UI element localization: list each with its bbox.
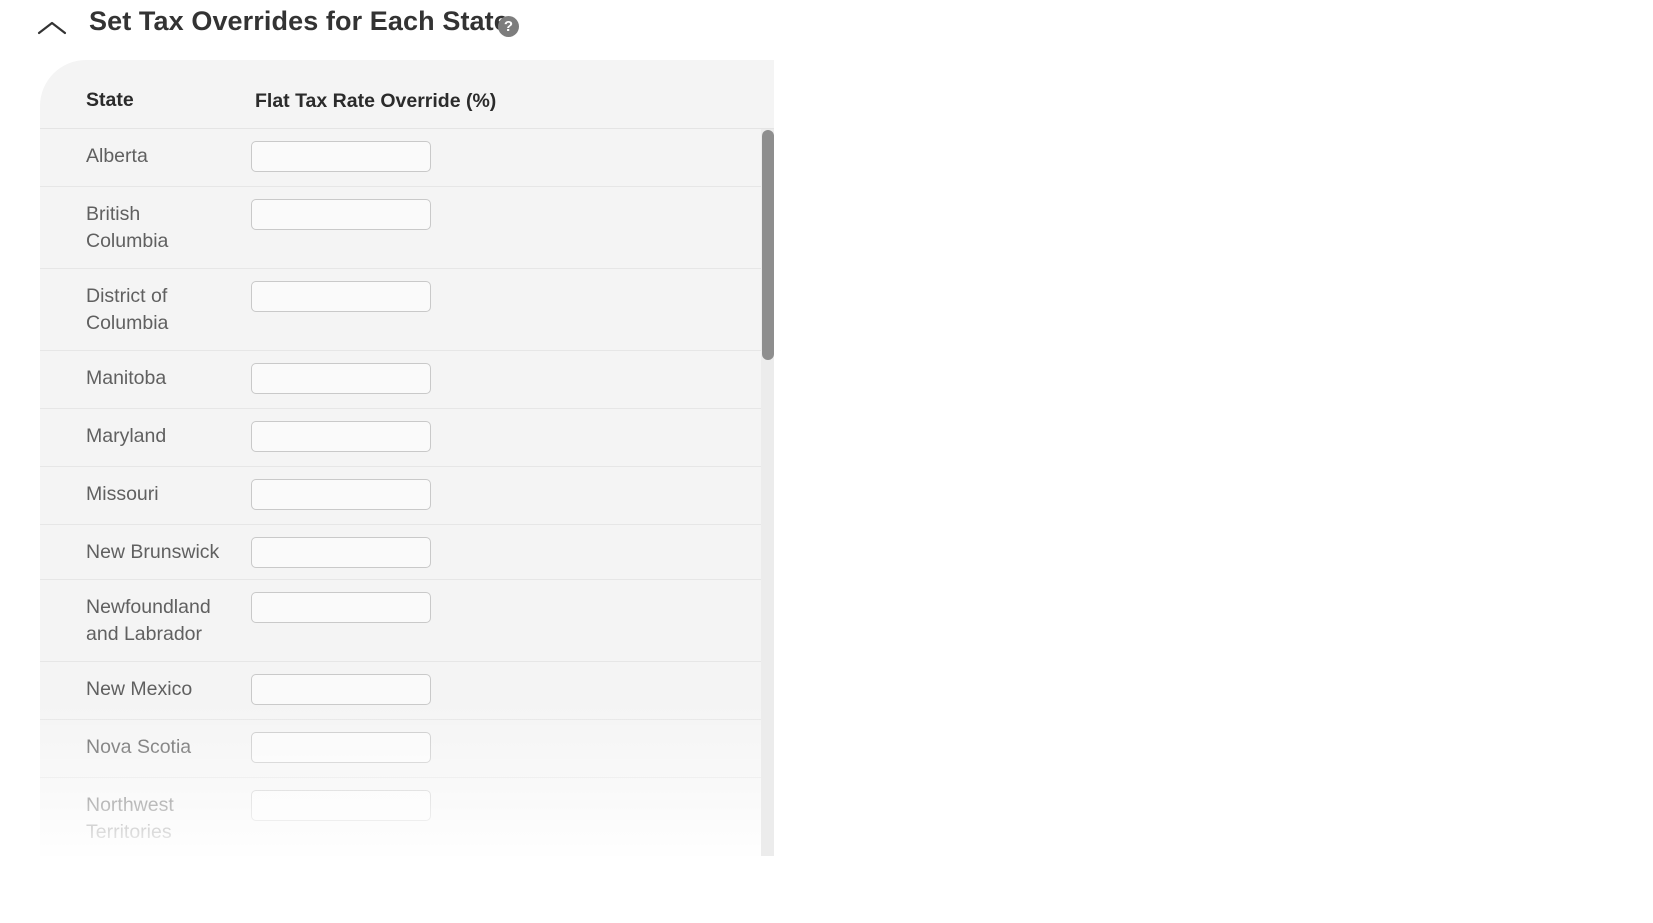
state-name: British Columbia xyxy=(86,203,169,252)
state-name: Nova Scotia xyxy=(86,736,192,758)
table-row: Missouri xyxy=(40,467,761,525)
rate-override-input[interactable] xyxy=(251,479,431,510)
state-name: Northwest Territories xyxy=(86,794,174,843)
state-name: District of Columbia xyxy=(86,285,169,334)
table-row: Maryland xyxy=(40,409,761,467)
rate-override-input[interactable] xyxy=(251,141,431,172)
table-row: District of Columbia xyxy=(40,269,761,351)
section-title: Set Tax Overrides for Each State xyxy=(89,6,509,36)
table-row: Newfoundland and Labrador xyxy=(40,580,761,662)
rate-override-input[interactable] xyxy=(251,592,431,623)
table-row: Northwest Territories xyxy=(40,778,761,856)
state-name: New Brunswick xyxy=(86,541,220,563)
rate-override-input[interactable] xyxy=(251,281,431,312)
scrollbar-thumb[interactable] xyxy=(762,130,774,360)
column-header-state: State xyxy=(86,89,134,111)
table-row: Alberta xyxy=(40,129,761,187)
rate-override-input[interactable] xyxy=(251,363,431,394)
tax-override-table: State Flat Tax Rate Override (%) Alberta… xyxy=(40,60,774,856)
state-name: New Mexico xyxy=(86,678,193,700)
rate-override-input[interactable] xyxy=(251,674,431,705)
rate-override-input[interactable] xyxy=(251,732,431,763)
table-header-row: State Flat Tax Rate Override (%) xyxy=(40,60,774,129)
table-row: British Columbia xyxy=(40,187,761,269)
table-row: New Brunswick xyxy=(40,525,761,580)
rate-override-input[interactable] xyxy=(251,790,431,821)
help-icon[interactable]: ? xyxy=(498,16,519,37)
state-name: Maryland xyxy=(86,425,167,447)
state-name: Missouri xyxy=(86,483,159,505)
state-name: Manitoba xyxy=(86,367,167,389)
section-header: Set Tax Overrides for Each State ? xyxy=(0,0,820,52)
column-header-rate: Flat Tax Rate Override (%) xyxy=(255,90,497,112)
state-name: Alberta xyxy=(86,145,148,167)
table-row: Nova Scotia xyxy=(40,720,761,778)
table-body: Alberta British Columbia District of Col… xyxy=(40,129,761,856)
rate-override-input[interactable] xyxy=(251,537,431,568)
rate-override-input[interactable] xyxy=(251,199,431,230)
state-name: Newfoundland and Labrador xyxy=(86,596,211,645)
table-row: New Mexico xyxy=(40,662,761,720)
chevron-up-icon[interactable] xyxy=(36,15,70,39)
table-row: Manitoba xyxy=(40,351,761,409)
rate-override-input[interactable] xyxy=(251,421,431,452)
